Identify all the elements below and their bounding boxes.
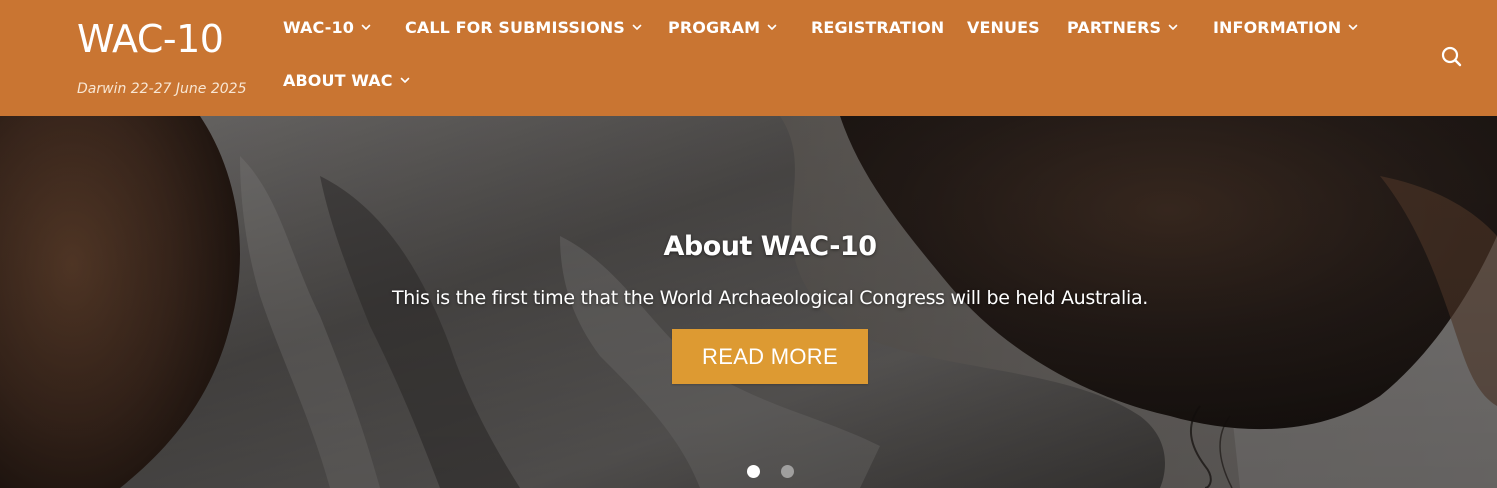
nav-item-venues[interactable]: VENUES	[967, 18, 1040, 37]
nav-item-partners[interactable]: PARTNERS	[1067, 18, 1178, 37]
site-branding: WAC-10 Darwin 22-27 June 2025	[77, 14, 246, 97]
site-title-link[interactable]: WAC-10	[77, 14, 246, 64]
site-header: WAC-10 Darwin 22-27 June 2025 WAC-10 CAL…	[0, 0, 1497, 116]
nav-item-label: PROGRAM	[668, 18, 761, 37]
nav-item-label: PARTNERS	[1067, 18, 1162, 37]
chevron-down-icon	[361, 22, 371, 32]
nav-item-program[interactable]: PROGRAM	[668, 18, 777, 37]
nav-item-registration[interactable]: REGISTRATION	[811, 18, 944, 37]
hero-slider: About WAC-10 This is the first time that…	[0, 116, 1497, 488]
nav-item-information[interactable]: INFORMATION	[1213, 18, 1358, 37]
nav-item-label: ABOUT WAC	[283, 71, 393, 90]
nav-item-label: WAC-10	[283, 18, 354, 37]
nav-item-about-wac[interactable]: ABOUT WAC	[283, 71, 410, 90]
hero-description: This is the first time that the World Ar…	[391, 287, 1149, 309]
nav-item-call-for-submissions[interactable]: CALL FOR SUBMISSIONS	[405, 18, 642, 37]
read-more-button[interactable]: READ MORE	[672, 329, 868, 384]
search-icon[interactable]	[1439, 44, 1463, 68]
slider-pagination	[747, 465, 794, 478]
nav-item-label: REGISTRATION	[811, 18, 945, 37]
nav-item-label: CALL FOR SUBMISSIONS	[405, 18, 625, 37]
slider-dot-1[interactable]	[747, 465, 760, 478]
chevron-down-icon	[1168, 22, 1178, 32]
nav-item-label: VENUES	[967, 18, 1040, 37]
nav-item-wac-10[interactable]: WAC-10	[283, 18, 371, 37]
chevron-down-icon	[1348, 22, 1358, 32]
chevron-down-icon	[632, 22, 642, 32]
slider-dot-2[interactable]	[781, 465, 794, 478]
nav-item-label: INFORMATION	[1213, 18, 1342, 37]
hero-title: About WAC-10	[663, 231, 877, 262]
site-tagline: Darwin 22-27 June 2025	[77, 81, 247, 97]
chevron-down-icon	[400, 75, 410, 85]
chevron-down-icon	[767, 22, 777, 32]
